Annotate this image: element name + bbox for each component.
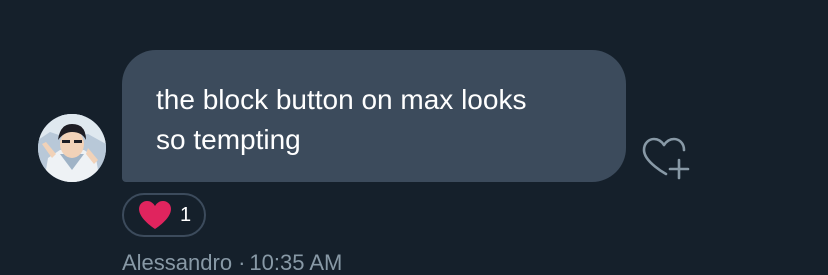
heart-plus-icon	[642, 137, 690, 180]
reaction-pill[interactable]: 1	[122, 193, 206, 237]
message-text-line-1: the block button on max looks	[156, 84, 527, 115]
meta-separator: ·	[238, 250, 246, 275]
message-text-line-2: so tempting	[156, 124, 301, 155]
avatar-image	[38, 114, 106, 182]
sender-name[interactable]: Alessandro	[122, 250, 232, 275]
dm-conversation: the block button on max looks so temptin…	[0, 0, 828, 275]
heart-icon	[139, 201, 171, 229]
message-meta: Alessandro · 10:35 AM	[122, 250, 342, 275]
message-timestamp: 10:35 AM	[249, 250, 343, 275]
reaction-count: 1	[180, 204, 192, 226]
avatar[interactable]	[38, 114, 106, 182]
message-bubble[interactable]: the block button on max looks so temptin…	[122, 50, 626, 182]
add-reaction-button[interactable]	[636, 134, 692, 182]
